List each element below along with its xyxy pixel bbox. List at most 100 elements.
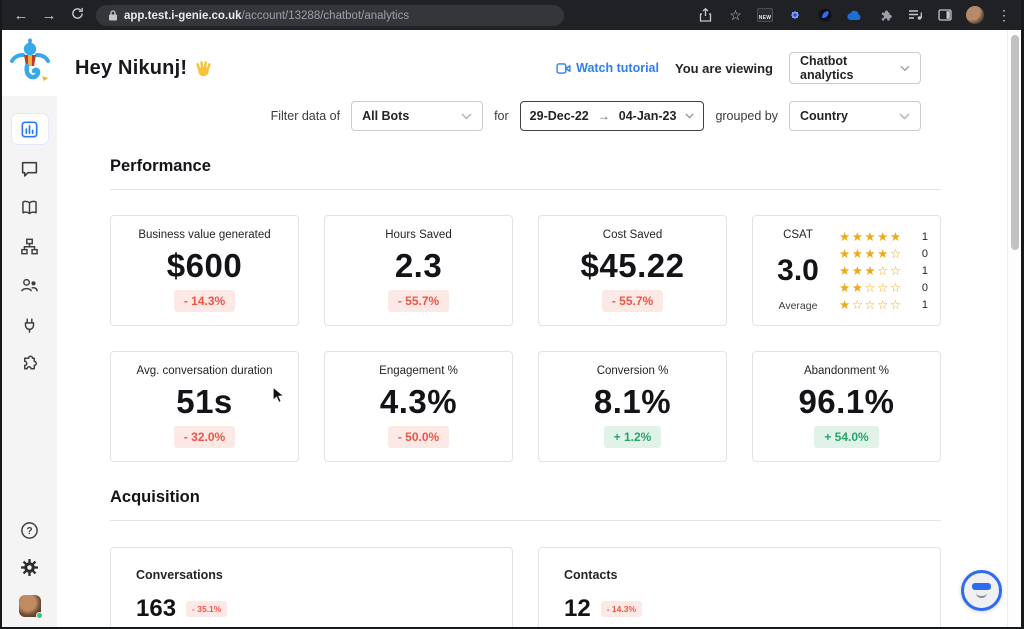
csat-card: CSAT 3.0 Average ★★★★★1 ★★★★☆0 ★★★☆☆1 ★★… xyxy=(752,215,941,326)
watch-tutorial-label: Watch tutorial xyxy=(576,61,659,75)
acquisition-cards: Conversations 163 - 35.1% Contacts 12 - … xyxy=(110,547,941,629)
reading-list-icon[interactable] xyxy=(906,7,923,24)
share-icon[interactable] xyxy=(697,7,714,24)
metric-label: Abandonment % xyxy=(804,365,889,377)
sidebar-item-integrations[interactable] xyxy=(12,309,48,339)
scrollbar-thumb[interactable] xyxy=(1011,35,1019,250)
metric-delta-badge: - 32.0% xyxy=(174,426,235,448)
star-count: 1 xyxy=(922,231,930,243)
extension-flower-icon[interactable] xyxy=(786,7,803,24)
browser-menu-icon[interactable]: ⋮ xyxy=(997,7,1011,24)
view-selector[interactable]: Chatbot analytics xyxy=(789,52,921,84)
settings-gear-icon[interactable] xyxy=(20,558,39,577)
metric-label: Conversion % xyxy=(597,365,669,377)
sidebar-item-contacts[interactable] xyxy=(12,270,48,300)
extensions-puzzle-icon[interactable] xyxy=(876,7,893,24)
browser-chrome: ← → app.test.i-genie.co.uk/account/13288… xyxy=(2,0,1021,30)
stars-filled: ★★★★ xyxy=(839,247,890,261)
sidebar-item-bot-builder[interactable] xyxy=(12,231,48,261)
extension-swoosh-icon[interactable] xyxy=(816,7,833,24)
lock-icon xyxy=(108,10,118,21)
acquisition-label: Contacts xyxy=(564,568,915,582)
forward-button[interactable]: → xyxy=(40,8,58,23)
stars-empty: ☆☆☆☆ xyxy=(852,298,903,312)
date-arrow-icon: → xyxy=(598,109,610,123)
performance-cards-row-2: Avg. conversation duration 51s - 32.0% E… xyxy=(110,351,941,462)
metric-delta-badge: - 50.0% xyxy=(388,426,449,448)
reload-button[interactable] xyxy=(68,7,86,23)
header-right: Watch tutorial You are viewing Chatbot a… xyxy=(556,52,921,84)
stars-empty: ☆☆ xyxy=(877,264,902,278)
csat-average-label: Average xyxy=(779,300,818,312)
metric-value: 4.3% xyxy=(380,385,457,418)
genie-logo[interactable] xyxy=(2,30,57,96)
sidebar-item-knowledge-base[interactable] xyxy=(12,192,48,222)
users-icon xyxy=(20,276,39,295)
grouped-by-label: grouped by xyxy=(715,109,778,123)
csat-row-2-star: ★★☆☆☆0 xyxy=(839,280,930,295)
metric-value: 2.3 xyxy=(395,249,442,282)
user-avatar[interactable] xyxy=(19,595,41,617)
sidebar-item-analytics[interactable] xyxy=(12,114,48,144)
extension-new-icon[interactable]: NEW xyxy=(757,8,773,22)
acquisition-value: 12 xyxy=(564,595,591,623)
sidebar-item-apps[interactable] xyxy=(12,348,48,378)
metric-card-business-value: Business value generated $600 - 14.3% xyxy=(110,215,299,326)
date-range-picker[interactable]: 29-Dec-22 → 04-Jan-23 xyxy=(520,101,705,131)
greeting-text: Hey Nikunj! xyxy=(75,57,187,80)
url-path: /account/13288/chatbot/analytics xyxy=(242,10,410,22)
metric-card-avg-duration: Avg. conversation duration 51s - 32.0% xyxy=(110,351,299,462)
stars-empty: ☆☆☆ xyxy=(864,281,902,295)
main-content: Hey Nikunj! Watch tutorial You are viewi… xyxy=(57,30,1021,629)
bot-filter-select[interactable]: All Bots xyxy=(351,101,483,131)
metric-value: $600 xyxy=(167,249,242,282)
acquisition-section-title: Acquisition xyxy=(110,488,941,521)
greeting: Hey Nikunj! xyxy=(75,57,213,80)
bot-filter-value: All Bots xyxy=(362,109,409,123)
app-shell: ? Hey Nikunj! xyxy=(2,30,1021,629)
browser-window: ← → app.test.i-genie.co.uk/account/13288… xyxy=(0,0,1024,629)
back-button[interactable]: ← xyxy=(12,8,30,23)
help-icon[interactable]: ? xyxy=(20,521,39,540)
side-panel-icon[interactable] xyxy=(936,7,953,24)
star-count: 1 xyxy=(922,265,930,277)
waving-hand-icon xyxy=(194,59,213,78)
performance-cards-row-1: Business value generated $600 - 14.3% Ho… xyxy=(110,215,941,326)
svg-text:?: ? xyxy=(26,526,32,537)
browser-toolbar-icons: ☆ NEW ⋮ xyxy=(697,6,1011,24)
acquisition-label: Conversations xyxy=(136,568,487,582)
metric-value: 96.1% xyxy=(798,385,894,418)
chevron-down-icon xyxy=(461,113,472,120)
bookmark-star-icon[interactable]: ☆ xyxy=(727,7,744,24)
star-count: 0 xyxy=(922,248,930,260)
csat-row-5-star: ★★★★★1 xyxy=(839,229,930,244)
metric-card-conversion: Conversion % 8.1% + 1.2% xyxy=(538,351,727,462)
metric-delta-badge: - 55.7% xyxy=(602,290,663,312)
csat-label: CSAT xyxy=(783,229,813,241)
acquisition-value: 163 xyxy=(136,595,176,623)
video-camera-icon xyxy=(556,63,571,74)
filter-bar: Filter data of All Bots for 29-Dec-22 → … xyxy=(57,101,921,131)
group-by-value: Country xyxy=(800,109,848,123)
stars-filled: ★ xyxy=(839,298,852,312)
metric-delta-badge: + 1.2% xyxy=(604,426,662,448)
csat-row-3-star: ★★★☆☆1 xyxy=(839,263,930,278)
chatbot-launcher-button[interactable] xyxy=(961,570,1002,611)
metric-label: Hours Saved xyxy=(385,229,451,241)
browser-profile-avatar[interactable] xyxy=(966,6,984,24)
metric-label: Engagement % xyxy=(379,365,458,377)
metric-card-abandonment: Abandonment % 96.1% + 54.0% xyxy=(752,351,941,462)
address-bar[interactable]: app.test.i-genie.co.uk/account/13288/cha… xyxy=(96,5,564,26)
csat-summary: CSAT 3.0 Average xyxy=(767,229,829,312)
extension-cloud-icon[interactable] xyxy=(846,7,863,24)
online-status-dot xyxy=(36,612,43,619)
group-by-select[interactable]: Country xyxy=(789,101,921,131)
csat-average-value: 3.0 xyxy=(777,254,819,288)
metric-card-hours-saved: Hours Saved 2.3 - 55.7% xyxy=(324,215,513,326)
for-label: for xyxy=(494,109,509,123)
chatbot-smile-icon xyxy=(976,593,987,598)
chat-icon xyxy=(20,159,39,178)
date-start: 29-Dec-22 xyxy=(530,109,589,123)
sidebar-item-conversations[interactable] xyxy=(12,153,48,183)
watch-tutorial-link[interactable]: Watch tutorial xyxy=(556,61,659,75)
